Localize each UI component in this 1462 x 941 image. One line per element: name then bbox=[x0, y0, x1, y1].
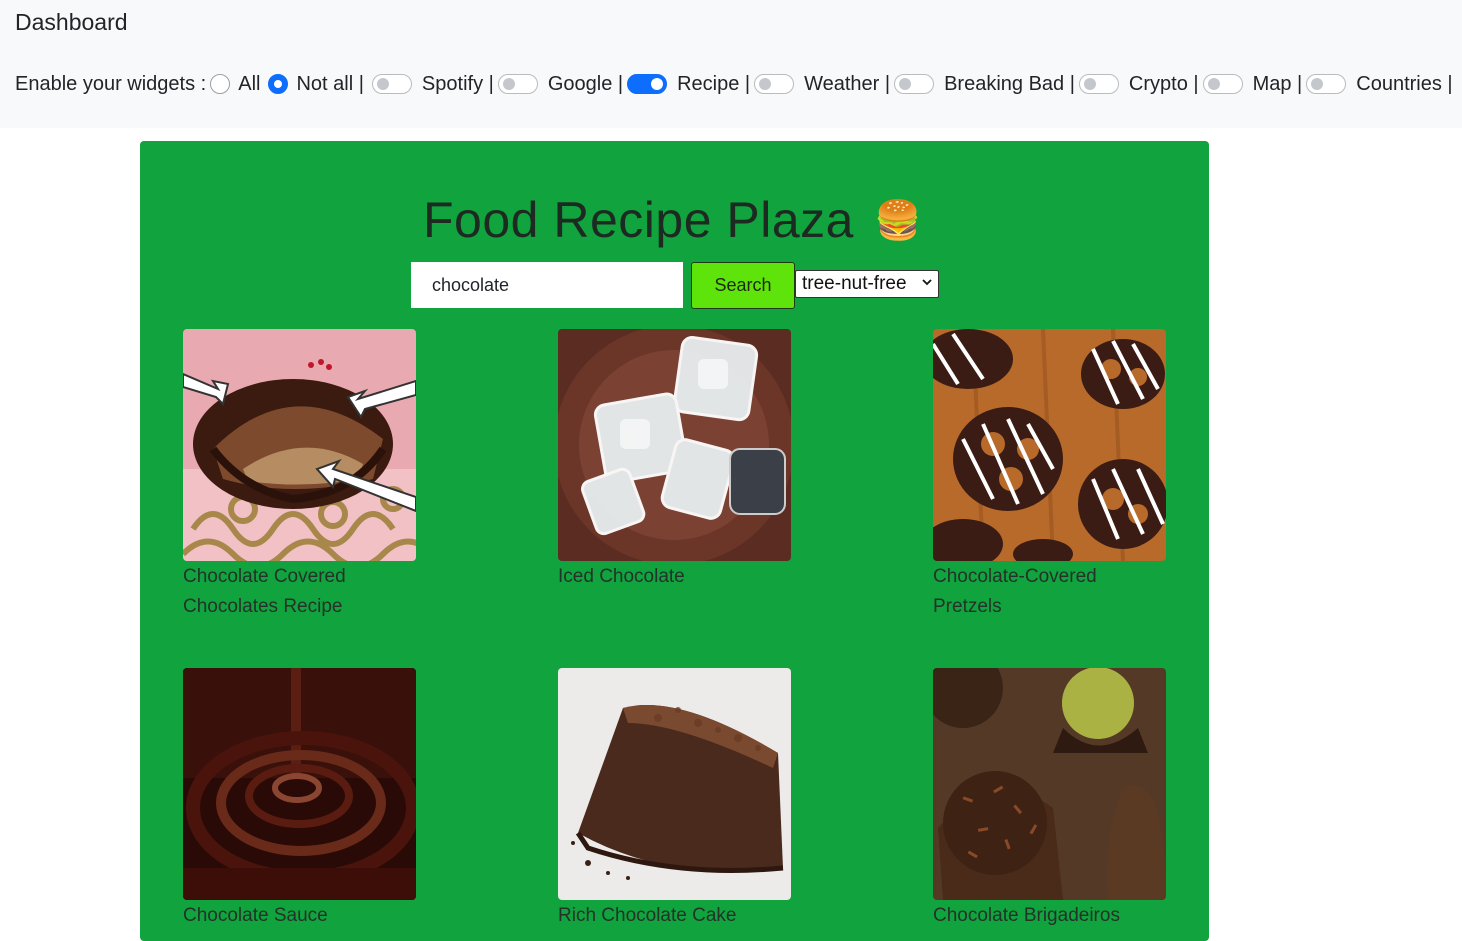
recipe-search-input[interactable] bbox=[411, 262, 683, 308]
toggle-recipe[interactable] bbox=[627, 74, 668, 94]
radio-not-all-label: Not all | bbox=[296, 72, 364, 95]
toggle-spotify-label: Spotify | bbox=[421, 72, 494, 95]
recipe-image[interactable] bbox=[933, 668, 1166, 900]
toggle-countries[interactable] bbox=[1306, 74, 1347, 94]
diet-filter-select[interactable]: tree-nut-free bbox=[795, 270, 939, 298]
recipe-card[interactable]: Rich Chocolate Cake bbox=[558, 668, 798, 931]
widgets-label: Enable your widgets : bbox=[15, 72, 207, 95]
burger-icon: 🍔 bbox=[873, 200, 922, 242]
radio-all[interactable] bbox=[210, 74, 231, 94]
recipe-image[interactable] bbox=[183, 668, 416, 900]
toggle-crypto[interactable] bbox=[1078, 74, 1119, 94]
recipe-name[interactable]: Chocolate-Covered Pretzels bbox=[933, 562, 1133, 622]
dashboard-header: Dashboard Enable your widgets : All Not … bbox=[0, 0, 1462, 128]
recipe-image[interactable] bbox=[183, 329, 416, 561]
recipe-name[interactable]: Iced Chocolate bbox=[558, 562, 758, 592]
recipe-card[interactable]: Chocolate-Covered Pretzels bbox=[933, 329, 1173, 622]
recipe-widget: Food Recipe Plaza 🍔 Search tree-nut-free bbox=[140, 141, 1209, 941]
recipe-card[interactable]: Chocolate Sauce bbox=[183, 668, 423, 931]
diet-filter-value: tree-nut-free bbox=[802, 273, 907, 294]
toggle-recipe-label: Recipe | bbox=[677, 72, 751, 95]
toggle-breaking-bad-label: Breaking Bad | bbox=[944, 72, 1075, 95]
toggle-crypto-label: Crypto | bbox=[1128, 72, 1199, 95]
toggle-countries-label: Countries | bbox=[1356, 72, 1453, 95]
recipe-image[interactable] bbox=[933, 329, 1166, 561]
widget-toggle-row: Enable your widgets : All Not all | Spot… bbox=[15, 70, 1453, 98]
recipe-app-title: Food Recipe Plaza 🍔 bbox=[423, 191, 922, 249]
recipe-card[interactable]: Iced Chocolate bbox=[558, 329, 798, 592]
toggle-map[interactable] bbox=[1202, 74, 1243, 94]
toggle-map-label: Map | bbox=[1252, 72, 1303, 95]
recipe-image[interactable] bbox=[558, 329, 791, 561]
toggle-breaking-bad[interactable] bbox=[894, 74, 935, 94]
recipe-app-title-text: Food Recipe Plaza bbox=[423, 192, 854, 248]
recipe-card[interactable]: Chocolate Brigadeiros bbox=[933, 668, 1173, 931]
radio-not-all[interactable] bbox=[268, 74, 289, 94]
recipe-image[interactable] bbox=[558, 668, 791, 900]
toggle-weather[interactable] bbox=[754, 74, 795, 94]
dashboard-title: Dashboard bbox=[15, 9, 128, 35]
toggle-spotify[interactable] bbox=[371, 74, 412, 94]
recipe-card[interactable]: Chocolate Covered Chocolates Recipe bbox=[183, 329, 423, 622]
radio-all-label: All bbox=[238, 72, 261, 95]
recipe-name[interactable]: Chocolate Covered Chocolates Recipe bbox=[183, 562, 383, 622]
search-button[interactable]: Search bbox=[691, 262, 795, 309]
toggle-google[interactable] bbox=[497, 74, 538, 94]
toggle-weather-label: Weather | bbox=[804, 72, 891, 95]
toggle-google-label: Google | bbox=[547, 72, 624, 95]
chevron-down-icon bbox=[922, 279, 932, 286]
